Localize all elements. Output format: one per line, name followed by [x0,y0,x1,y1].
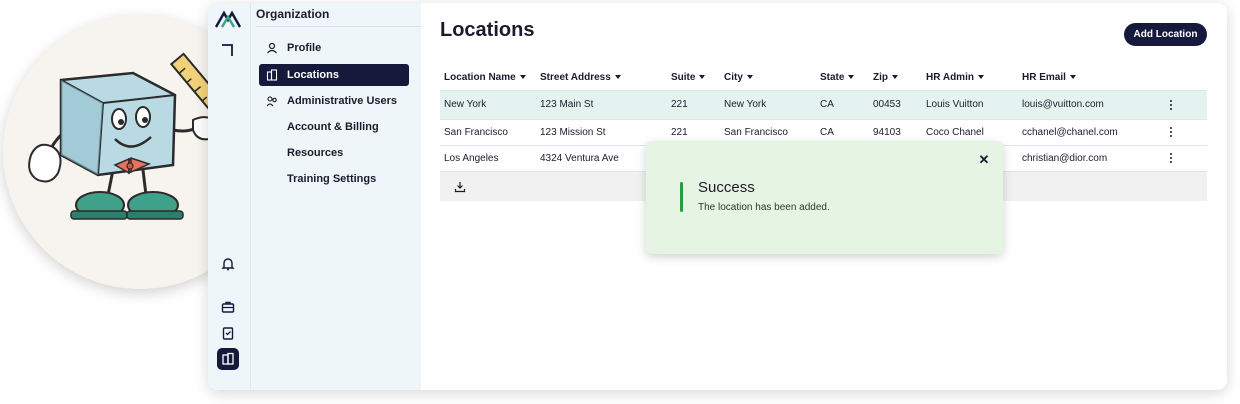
subnav-item-locations[interactable]: Locations [259,64,409,86]
bell-icon[interactable] [217,253,239,275]
column-header-zip[interactable]: Zip [873,72,898,83]
toast-accent-bar [680,182,683,212]
column-label: HR Email [1022,72,1066,83]
subnav-item-label: Administrative Users [287,95,398,107]
subnav-item-label: Profile [287,42,322,54]
subnav-item-account-billing[interactable]: Account & Billing [259,116,409,138]
cell-location-name: New York [444,99,487,110]
cell-state: CA [820,99,834,110]
icon-rail [208,3,251,390]
divider [256,26,421,27]
table-header: Location Name Street Address Suite City … [440,66,1207,90]
cell-hr-email: christian@dior.com [1022,153,1108,164]
briefcase-icon[interactable] [217,296,239,318]
column-header-location-name[interactable]: Location Name [444,72,526,83]
cell-hr-email: louis@vuitton.com [1022,99,1104,110]
building-icon [265,68,279,82]
settings-icon [265,172,279,186]
subnav-item-label: Locations [287,69,339,81]
column-header-city[interactable]: City [724,72,753,83]
subnav-item-label: Training Settings [287,173,377,185]
clipboard-icon[interactable] [217,322,239,344]
cell-suite: 221 [671,127,688,138]
sort-caret-icon [892,75,898,80]
column-header-suite[interactable]: Suite [671,72,706,83]
toast-title: Success [698,179,755,196]
success-toast: Success The location has been added. ✕ [646,141,1003,254]
column-label: Zip [873,72,888,83]
cell-suite: 221 [671,99,688,110]
subnav-item-training-settings[interactable]: Training Settings [259,168,409,190]
cell-city: San Francisco [724,127,788,138]
user-icon [265,41,279,55]
sort-caret-icon [1069,75,1076,80]
organization-subnav: Organization Profile Locations Administr… [251,3,421,390]
cell-street-address: 123 Main St [540,99,594,110]
logo-icon[interactable] [215,9,241,29]
row-menu-icon[interactable] [1170,127,1174,139]
subnav-item-profile[interactable]: Profile [259,37,409,59]
add-location-button[interactable]: Add Location [1124,23,1207,46]
sort-caret-icon [699,75,706,80]
column-label: State [820,72,845,83]
users-icon [265,94,279,108]
subnav-item-label: Account & Billing [287,121,379,133]
book-icon [265,146,279,160]
subnav-item-resources[interactable]: Resources [259,142,409,164]
column-label: City [724,72,743,83]
row-menu-icon[interactable] [1170,153,1174,165]
nav-icon-1[interactable] [217,39,239,61]
subnav-item-administrative-users[interactable]: Administrative Users [259,90,409,112]
page-title: Locations [440,19,535,41]
card-icon [265,120,279,134]
download-icon[interactable] [454,180,466,198]
column-label: Suite [671,72,696,83]
sort-caret-icon [519,75,526,80]
column-header-state[interactable]: State [820,72,855,83]
row-menu-icon[interactable] [1170,100,1174,112]
cell-zip: 94103 [873,127,901,138]
cell-state: CA [820,127,834,138]
column-label: HR Admin [926,72,974,83]
cell-street-address: 4324 Ventura Ave [540,153,619,164]
table-row[interactable]: New York 123 Main St 221 New York CA 004… [440,90,1207,119]
sort-caret-icon [977,75,984,80]
subnav-title: Organization [256,7,330,21]
sort-caret-icon [614,75,621,80]
subnav-item-label: Resources [287,147,344,159]
column-header-street-address[interactable]: Street Address [540,72,621,83]
toast-message: The location has been added. [698,202,830,213]
cell-city: New York [724,99,767,110]
column-header-hr-email[interactable]: HR Email [1022,72,1076,83]
sort-caret-icon [848,75,855,80]
cell-location-name: Los Angeles [444,153,499,164]
close-icon[interactable]: ✕ [977,153,991,167]
cell-hr-email: cchanel@chanel.com [1022,127,1118,138]
column-label: Location Name [444,72,516,83]
cell-zip: 00453 [873,99,901,110]
building-icon[interactable] [217,348,239,370]
cell-hr-admin: Coco Chanel [926,127,984,138]
cell-location-name: San Francisco [444,127,508,138]
sort-caret-icon [746,75,753,80]
cell-street-address: 123 Mission St [540,127,606,138]
column-label: Street Address [540,72,611,83]
cell-hr-admin: Louis Vuitton [926,99,984,110]
column-header-hr-admin[interactable]: HR Admin [926,72,984,83]
